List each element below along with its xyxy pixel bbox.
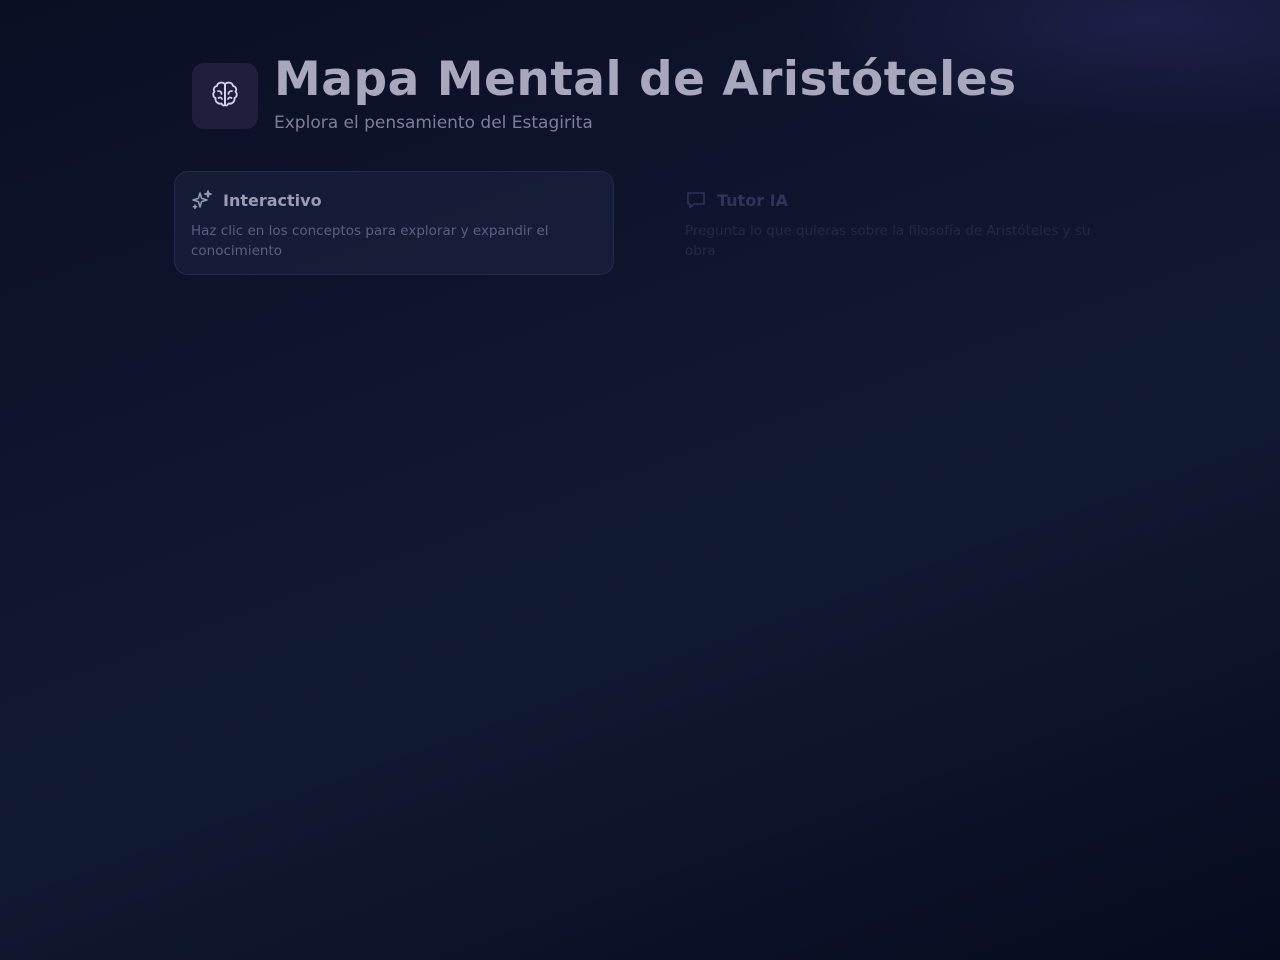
card-description: Pregunta lo que quieras sobre la filosof…: [685, 223, 1091, 259]
tutor-feature-card: Tutor IA Pregunta lo que quieras sobre l…: [668, 171, 1108, 275]
sparkles-icon: [191, 189, 213, 211]
card-title: Interactivo: [223, 190, 322, 210]
page-header: Mapa Mental de Aristóteles Explora el pe…: [192, 52, 1017, 134]
brain-icon: [209, 78, 241, 114]
interactive-feature-card: Interactivo Haz clic en los conceptos pa…: [174, 171, 614, 275]
chat-icon: [685, 189, 707, 211]
card-description: Haz clic en los conceptos para explorar …: [191, 223, 549, 259]
card-title: Tutor IA: [717, 190, 788, 210]
page-title: Mapa Mental de Aristóteles: [274, 52, 1017, 107]
logo-badge: [192, 63, 258, 129]
page-subtitle: Explora el pensamiento del Estagirita: [274, 113, 593, 133]
